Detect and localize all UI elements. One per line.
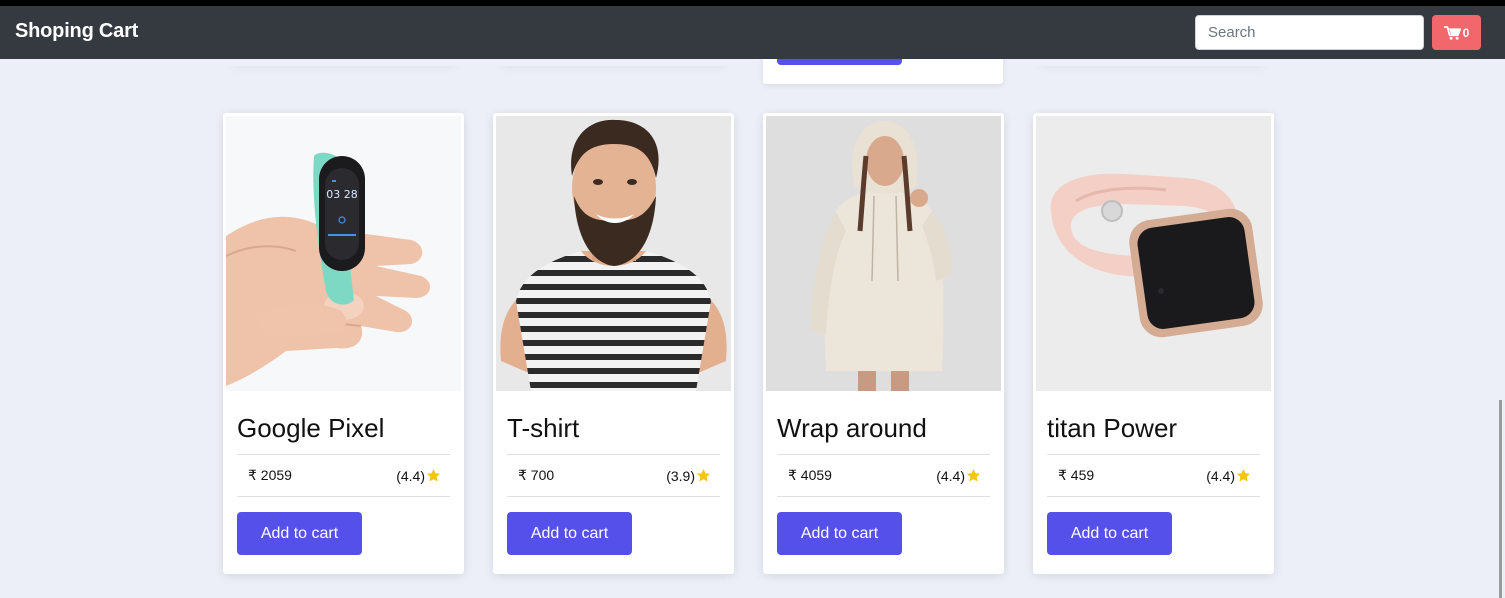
- rating-value: (3.9): [666, 467, 695, 484]
- product-title: Google Pixel: [237, 413, 385, 443]
- product-card: Wrap around ₹ 4059 (4.4) Add to cart: [763, 113, 1004, 574]
- star-icon: [966, 468, 981, 482]
- svg-text:03 28: 03 28: [326, 188, 358, 201]
- product-title: titan Power: [1047, 413, 1178, 443]
- add-to-cart-button[interactable]: Add to cart: [237, 512, 362, 555]
- product-image: [496, 116, 731, 391]
- product-image: 03 28: [226, 116, 461, 391]
- add-to-cart-button[interactable]: Add to cart: [507, 512, 632, 555]
- rating-value: (4.4): [396, 467, 425, 484]
- striped-tshirt-man-photo: [496, 116, 731, 391]
- fitness-band-photo: 03 28: [226, 116, 461, 391]
- product-card: titan Power ₹ 459 (4.4) Add to cart: [1033, 113, 1274, 574]
- product-meta: ₹ 2059 (4.4): [237, 454, 450, 497]
- product-rating: (4.4): [1206, 468, 1251, 484]
- product-meta: ₹ 459 (4.4): [1047, 454, 1260, 497]
- product-rating: (4.4): [396, 468, 441, 484]
- product-card: 03 28 Google Pixel ₹ 2059 (4.4) Add to c…: [223, 113, 464, 574]
- star-icon: [426, 468, 441, 482]
- product-price: ₹ 4059: [788, 467, 832, 483]
- product-price: ₹ 2059: [248, 467, 292, 483]
- product-image: [766, 116, 1001, 391]
- add-to-cart-button[interactable]: Add to cart: [777, 512, 902, 555]
- product-image: [1036, 116, 1271, 391]
- product-title: T-shirt: [507, 413, 580, 443]
- add-to-cart-button[interactable]: Add to cart: [1047, 512, 1172, 555]
- product-meta: ₹ 4059 (4.4): [777, 454, 990, 497]
- star-icon: [1236, 468, 1251, 482]
- cart-count: 0: [1462, 25, 1470, 40]
- rating-value: (4.4): [936, 467, 965, 484]
- cart-icon: [1443, 25, 1461, 40]
- product-card: T-shirt ₹ 700 (3.9) Add to cart: [493, 113, 734, 574]
- pink-smartwatch-photo: [1036, 116, 1271, 391]
- brand-title[interactable]: Shoping Cart: [15, 20, 138, 43]
- product-price: ₹ 700: [518, 467, 555, 483]
- product-rating: (4.4): [936, 468, 981, 484]
- cart-button[interactable]: 0: [1432, 15, 1481, 50]
- product-title: Wrap around: [777, 413, 927, 443]
- product-meta: ₹ 700 (3.9): [507, 454, 720, 497]
- product-rating: (3.9): [666, 468, 711, 484]
- product-price: ₹ 459: [1058, 467, 1095, 483]
- hoodie-dress-woman-photo: [766, 116, 1001, 391]
- rating-value: (4.4): [1206, 467, 1235, 484]
- star-icon: [696, 468, 711, 482]
- navbar: Shoping Cart 0: [0, 6, 1505, 59]
- page-scrollbar[interactable]: [1499, 400, 1502, 598]
- search-input[interactable]: [1195, 15, 1424, 50]
